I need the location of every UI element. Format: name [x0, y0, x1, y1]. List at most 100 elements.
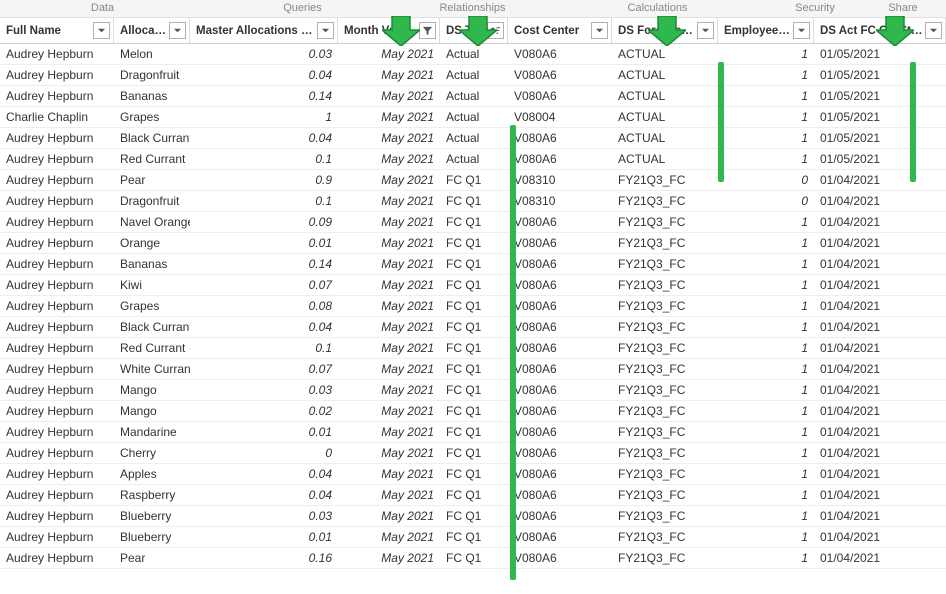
- table-row[interactable]: Audrey HepburnNavel Orange0.09May 2021FC…: [0, 212, 946, 233]
- cell-dstype: FC Q1: [440, 464, 508, 485]
- cell-dstype: Actual: [440, 149, 508, 170]
- ribbon-tab[interactable]: Share: [860, 0, 946, 17]
- table-row[interactable]: Audrey HepburnMelon0.03May 2021ActualV08…: [0, 44, 946, 65]
- ribbon-tab[interactable]: Security: [770, 0, 860, 17]
- cell-dsforecast: FY21Q3_FC: [612, 548, 718, 569]
- cell-fullname: Audrey Hepburn: [0, 170, 114, 191]
- table-row[interactable]: Audrey HepburnPear0.9May 2021FC Q1V08310…: [0, 170, 946, 191]
- cell-dstype: FC Q1: [440, 254, 508, 275]
- cell-master: 0.07: [190, 275, 338, 296]
- column-header-dsact[interactable]: DS Act FC Qtr Start: [814, 18, 946, 43]
- cell-fullname: Audrey Hepburn: [0, 275, 114, 296]
- cell-allocation: Mango: [114, 380, 190, 401]
- cell-master: 0.1: [190, 149, 338, 170]
- table-row[interactable]: Audrey HepburnCherry0May 2021FC Q1V080A6…: [0, 443, 946, 464]
- cell-dsact: 01/04/2021: [814, 275, 946, 296]
- table-row[interactable]: Audrey HepburnDragonfruit0.04May 2021Act…: [0, 65, 946, 86]
- column-header-fullname[interactable]: Full Name: [0, 18, 114, 43]
- dropdown-icon[interactable]: [925, 22, 942, 39]
- cell-fte: 1: [718, 401, 814, 422]
- column-header-label: DS Forecast Quarter: [618, 25, 695, 37]
- dropdown-icon[interactable]: [591, 22, 608, 39]
- table-row[interactable]: Audrey HepburnKiwi0.07May 2021FC Q1V080A…: [0, 275, 946, 296]
- dropdown-icon[interactable]: [317, 22, 334, 39]
- cell-fte: 1: [718, 44, 814, 65]
- dropdown-icon[interactable]: [169, 22, 186, 39]
- dropdown-icon[interactable]: [793, 22, 810, 39]
- cell-dstype: FC Q1: [440, 443, 508, 464]
- column-header-costcenter[interactable]: Cost Center: [508, 18, 612, 43]
- column-header-master[interactable]: Master Allocations Forecast: [190, 18, 338, 43]
- table-row[interactable]: Audrey HepburnWhite Currant0.07May 2021F…: [0, 359, 946, 380]
- column-header-dsforecast[interactable]: DS Forecast Quarter: [612, 18, 718, 43]
- table-row[interactable]: Audrey HepburnBlueberry0.03May 2021FC Q1…: [0, 506, 946, 527]
- cell-fullname: Audrey Hepburn: [0, 443, 114, 464]
- cell-dsforecast: FY21Q3_FC: [612, 527, 718, 548]
- table-row[interactable]: Audrey HepburnApples0.04May 2021FC Q1V08…: [0, 464, 946, 485]
- cell-dsforecast: FY21Q3_FC: [612, 359, 718, 380]
- cell-dsforecast: FY21Q3_FC: [612, 296, 718, 317]
- column-header-fte[interactable]: Employee FTE Equ: [718, 18, 814, 43]
- table-row[interactable]: Audrey HepburnRed Currant0.1May 2021Actu…: [0, 149, 946, 170]
- cell-master: 0.14: [190, 86, 338, 107]
- cell-dstype: FC Q1: [440, 212, 508, 233]
- cell-master: 0.1: [190, 338, 338, 359]
- table-row[interactable]: Audrey HepburnMango0.02May 2021FC Q1V080…: [0, 401, 946, 422]
- table-row[interactable]: Audrey HepburnBananas0.14May 2021FC Q1V0…: [0, 254, 946, 275]
- cell-master: 0.04: [190, 128, 338, 149]
- cell-dstype: FC Q1: [440, 359, 508, 380]
- cell-allocation: Grapes: [114, 107, 190, 128]
- table-row[interactable]: Audrey HepburnBlack Currant0.04May 2021F…: [0, 317, 946, 338]
- cell-dstype: Actual: [440, 44, 508, 65]
- table-row[interactable]: Audrey HepburnRed Currant0.1May 2021FC Q…: [0, 338, 946, 359]
- table-row[interactable]: Audrey HepburnDragonfruit0.1May 2021FC Q…: [0, 191, 946, 212]
- column-header-allocation[interactable]: Allocation: [114, 18, 190, 43]
- cell-month: May 2021: [338, 464, 440, 485]
- cell-dsforecast: ACTUAL: [612, 107, 718, 128]
- cell-allocation: White Currant: [114, 359, 190, 380]
- table-row[interactable]: Audrey HepburnPear0.16May 2021FC Q1V080A…: [0, 548, 946, 569]
- dropdown-icon[interactable]: [697, 22, 714, 39]
- table-row[interactable]: Charlie ChaplinGrapes1May 2021ActualV080…: [0, 107, 946, 128]
- cell-dsforecast: FY21Q3_FC: [612, 212, 718, 233]
- cell-dsact: 01/04/2021: [814, 317, 946, 338]
- ribbon-tab[interactable]: Queries: [205, 0, 400, 17]
- cell-month: May 2021: [338, 65, 440, 86]
- table-row[interactable]: Audrey HepburnRaspberry0.04May 2021FC Q1…: [0, 485, 946, 506]
- cell-allocation: Melon: [114, 44, 190, 65]
- cell-master: 0.07: [190, 359, 338, 380]
- table-row[interactable]: Audrey HepburnOrange0.01May 2021FC Q1V08…: [0, 233, 946, 254]
- cell-allocation: Mango: [114, 401, 190, 422]
- cell-costcenter: V08310: [508, 191, 612, 212]
- table-row[interactable]: Audrey HepburnGrapes0.08May 2021FC Q1V08…: [0, 296, 946, 317]
- cell-dsact: 01/04/2021: [814, 254, 946, 275]
- cell-costcenter: V080A6: [508, 485, 612, 506]
- ribbon-tab[interactable]: Relationships: [400, 0, 545, 17]
- column-header-month[interactable]: Month Version: [338, 18, 440, 43]
- cell-dsact: 01/04/2021: [814, 212, 946, 233]
- table-row[interactable]: Audrey HepburnMango0.03May 2021FC Q1V080…: [0, 380, 946, 401]
- cell-month: May 2021: [338, 548, 440, 569]
- cell-dsact: 01/04/2021: [814, 422, 946, 443]
- dropdown-icon[interactable]: [93, 22, 110, 39]
- cell-costcenter: V08004: [508, 107, 612, 128]
- cell-dsact: 01/05/2021: [814, 65, 946, 86]
- cell-month: May 2021: [338, 191, 440, 212]
- cell-costcenter: V080A6: [508, 506, 612, 527]
- sort-icon[interactable]: [487, 22, 504, 39]
- table-row[interactable]: Audrey HepburnBlueberry0.01May 2021FC Q1…: [0, 527, 946, 548]
- cell-month: May 2021: [338, 233, 440, 254]
- cell-dstype: FC Q1: [440, 233, 508, 254]
- table-row[interactable]: Audrey HepburnBananas0.14May 2021ActualV…: [0, 86, 946, 107]
- cell-fte: 1: [718, 233, 814, 254]
- table-row[interactable]: Audrey HepburnMandarine0.01May 2021FC Q1…: [0, 422, 946, 443]
- cell-costcenter: V080A6: [508, 401, 612, 422]
- filter-icon[interactable]: [419, 22, 436, 39]
- table-row[interactable]: Audrey HepburnBlack Currant0.04May 2021A…: [0, 128, 946, 149]
- cell-dsact: 01/04/2021: [814, 191, 946, 212]
- cell-fte: 1: [718, 254, 814, 275]
- ribbon-tab[interactable]: Calculations: [545, 0, 770, 17]
- ribbon-tab[interactable]: Data: [0, 0, 205, 17]
- column-header-dstype[interactable]: DS Type: [440, 18, 508, 43]
- cell-fte: 0: [718, 170, 814, 191]
